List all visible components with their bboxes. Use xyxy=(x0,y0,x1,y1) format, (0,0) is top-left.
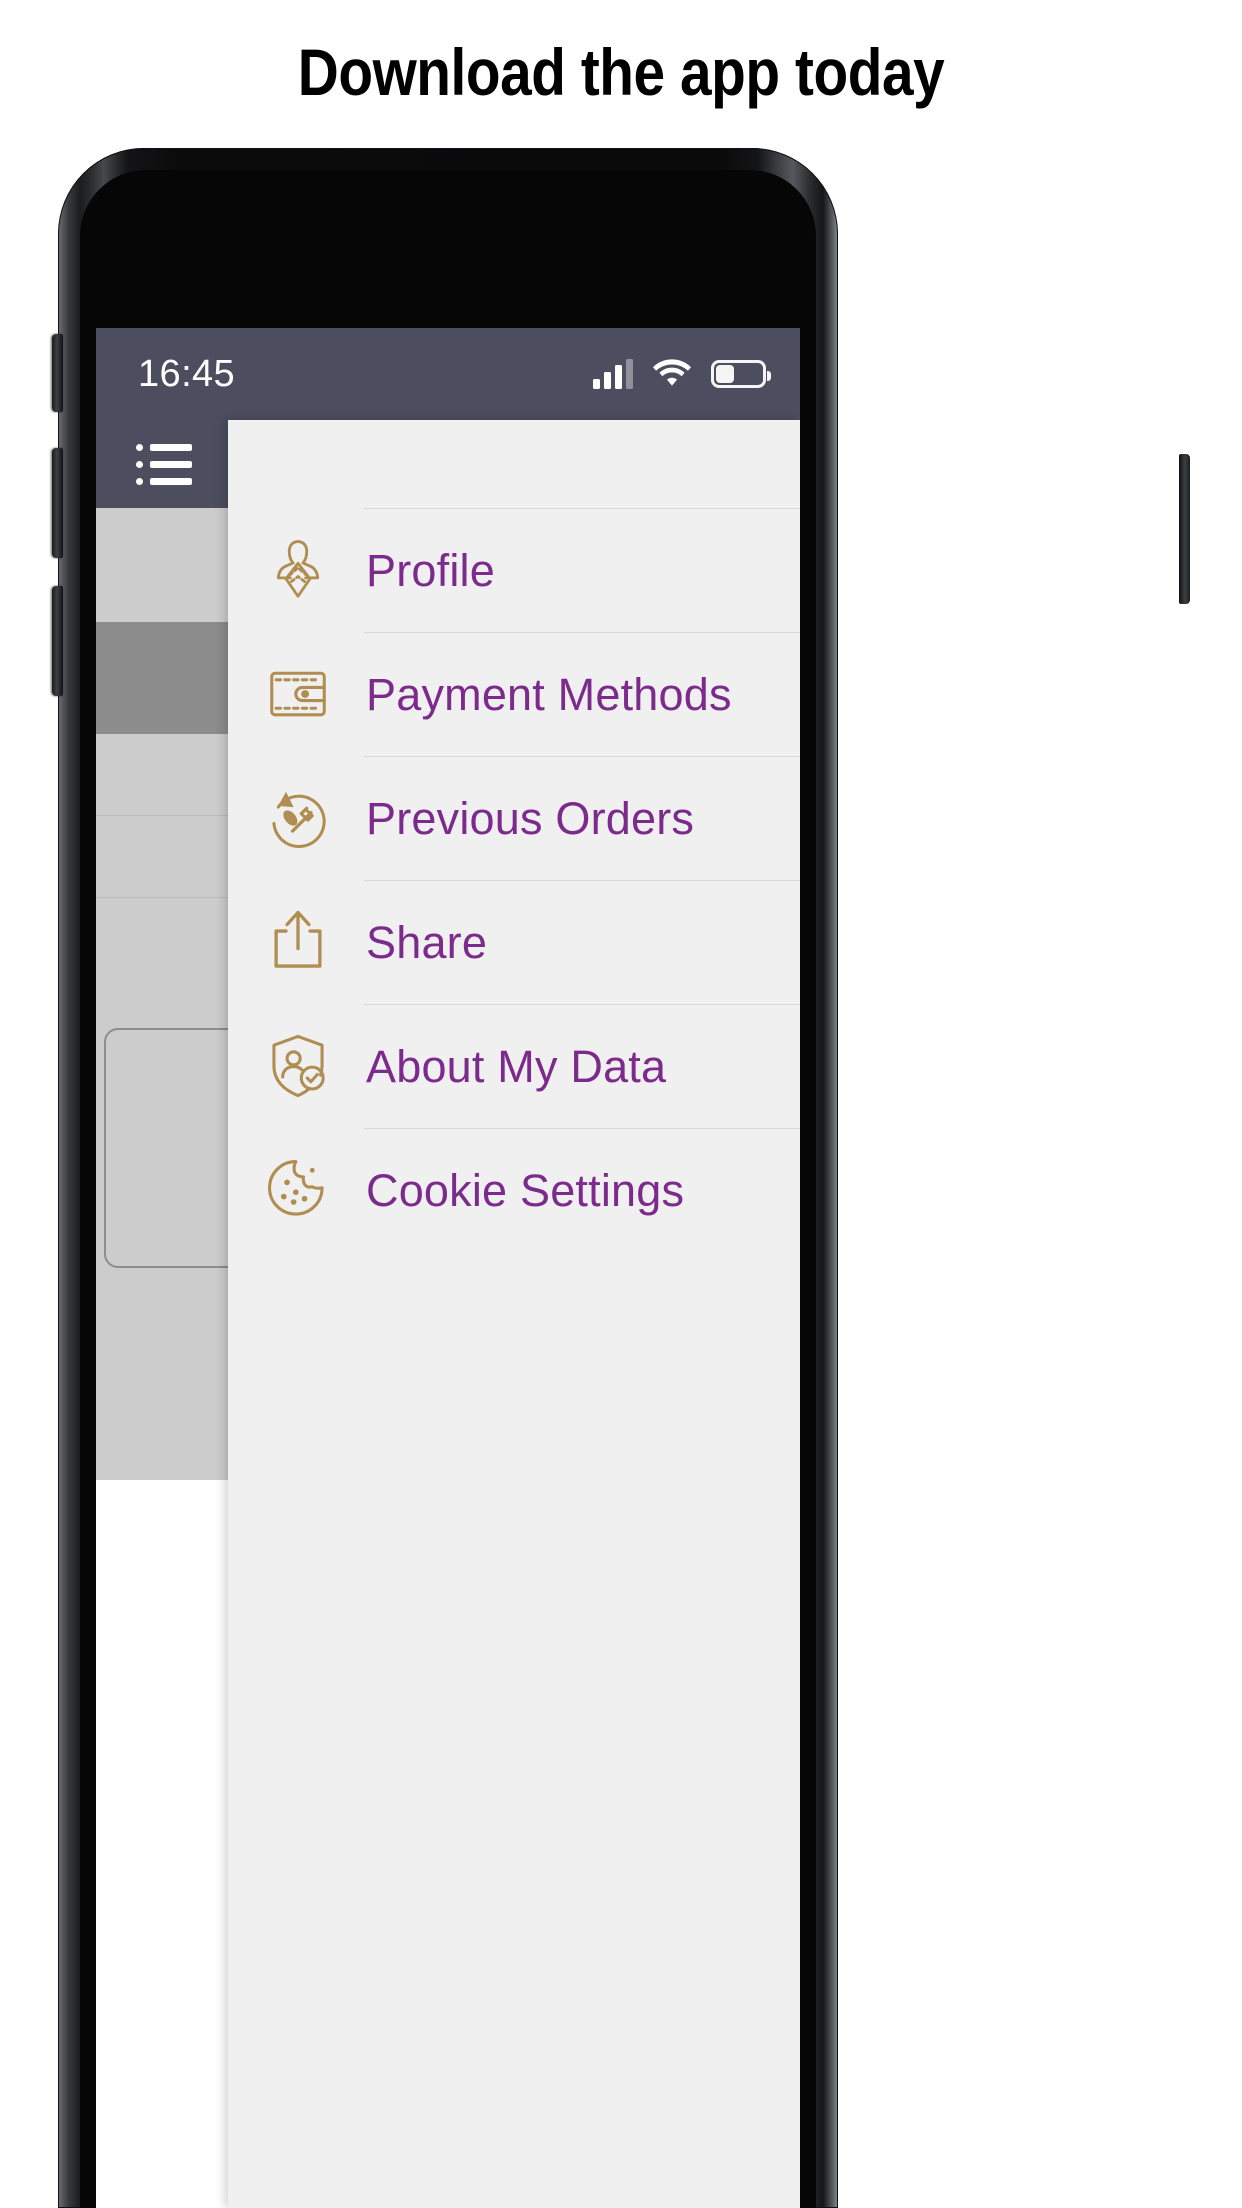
menu-item-payment-methods[interactable]: Payment Methods xyxy=(228,632,800,756)
wallet-icon xyxy=(262,658,334,730)
phone-screen: 16:45 Profile Payment Methods Previous O… xyxy=(96,328,800,2208)
phone-volume-up-button[interactable] xyxy=(52,448,63,558)
drawer-header xyxy=(228,420,800,508)
menu-item-label: Share xyxy=(366,916,488,968)
list-menu-icon[interactable] xyxy=(136,444,192,488)
status-time: 16:45 xyxy=(138,352,236,395)
phone-power-button[interactable] xyxy=(1179,454,1190,604)
page-title: Download the app today xyxy=(297,35,945,109)
status-bar: 16:45 xyxy=(96,328,800,420)
profile-person-icon xyxy=(262,534,334,606)
menu-item-label: Payment Methods xyxy=(366,668,732,720)
shield-person-check-icon xyxy=(262,1030,334,1102)
signal-bars-icon xyxy=(593,359,633,389)
menu-item-cookie-settings[interactable]: Cookie Settings xyxy=(228,1128,800,1252)
navigation-drawer: Profile Payment Methods Previous Orders … xyxy=(228,420,800,2208)
battery-icon xyxy=(711,360,771,388)
share-upload-icon xyxy=(262,906,334,978)
status-icons xyxy=(593,357,771,392)
phone-mockup: 16:45 Profile Payment Methods Previous O… xyxy=(52,148,1190,2208)
phone-mute-switch[interactable] xyxy=(52,334,63,412)
cookie-icon xyxy=(262,1154,334,1226)
wifi-icon xyxy=(653,357,691,392)
page-root: Download the app today 16:45 Profile Pay… xyxy=(0,0,1242,2208)
menu-item-label: Cookie Settings xyxy=(366,1164,685,1216)
menu-item-label: Profile xyxy=(366,544,495,596)
phone-volume-down-button[interactable] xyxy=(52,586,63,696)
menu-item-about-my-data[interactable]: About My Data xyxy=(228,1004,800,1128)
menu-item-share[interactable]: Share xyxy=(228,880,800,1004)
menu-item-previous-orders[interactable]: Previous Orders xyxy=(228,756,800,880)
order-history-cutlery-icon xyxy=(262,782,334,854)
menu-item-label: Previous Orders xyxy=(366,792,695,844)
menu-item-profile[interactable]: Profile xyxy=(228,508,800,632)
menu-item-label: About My Data xyxy=(366,1040,667,1092)
drawer-menu: Profile Payment Methods Previous Orders … xyxy=(228,508,800,1252)
